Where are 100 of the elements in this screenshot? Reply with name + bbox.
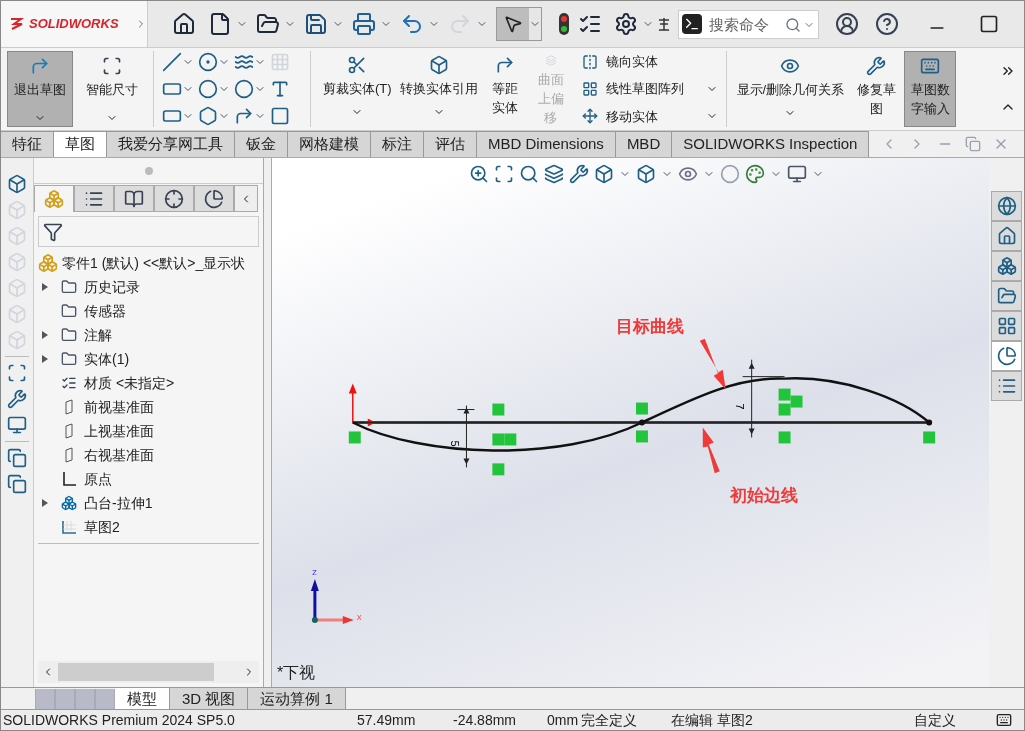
ribbon-button[interactable]: 草图数字输入: [904, 51, 957, 127]
ribbon-tab[interactable]: 我爱分享网工具: [107, 131, 235, 157]
sketch-tool-icon[interactable]: [198, 105, 218, 126]
graphics-area[interactable]: 5 7 z x 目标曲线 初始边线 *下视: [272, 158, 989, 687]
tree-item[interactable]: 材质 <未指定>: [84, 372, 175, 394]
model-tab[interactable]: 模型: [115, 688, 170, 709]
book-icon: [124, 188, 144, 209]
sketch-tool-icon[interactable]: [234, 105, 254, 126]
ribbon-list-item[interactable]: 移动实体: [581, 106, 718, 126]
keyboard-icon[interactable]: [996, 712, 1012, 728]
ribbon-button[interactable]: 剪裁实体(T): [319, 51, 396, 127]
cube-icon[interactable]: [636, 164, 656, 184]
model-tab[interactable]: 3D 视图: [170, 688, 249, 709]
sketch-tool-icon[interactable]: [198, 52, 218, 73]
ribbon-tab[interactable]: 评估: [424, 131, 477, 157]
sketch-drawing[interactable]: [348, 377, 936, 476]
ribbon-tab[interactable]: 特征: [1, 131, 54, 157]
tree-item[interactable]: 前视基准面: [84, 396, 154, 418]
task-pane-tab[interactable]: [991, 341, 1022, 371]
copy-icon[interactable]: [7, 448, 27, 468]
help-icon[interactable]: [874, 12, 899, 36]
tree-item[interactable]: 历史记录: [84, 276, 140, 298]
ribbon-button[interactable]: 智能尺寸: [79, 51, 145, 127]
wrench-icon[interactable]: [569, 164, 589, 184]
sketch-tool-icon[interactable]: [234, 79, 254, 99]
tree-item[interactable]: 注解: [84, 324, 112, 346]
ribbon-tab[interactable]: SOLIDWORKS Inspection: [672, 131, 870, 157]
layers-icon[interactable]: [544, 164, 564, 184]
copy-icon[interactable]: [7, 474, 27, 494]
ribbon-tab[interactable]: 草图: [54, 131, 107, 157]
panel-tab[interactable]: [194, 185, 234, 212]
model-tab[interactable]: 运动算例 1: [248, 688, 346, 709]
ribbon-list-item[interactable]: 镜向实体: [581, 52, 718, 72]
traffic-light-icon[interactable]: [557, 12, 570, 36]
eye-icon[interactable]: [678, 164, 698, 184]
panel-tab[interactable]: [74, 185, 114, 212]
expand-arrow-icon[interactable]: [42, 283, 48, 291]
ribbon-tab[interactable]: MBD: [615, 131, 673, 157]
ribbon-list-item[interactable]: 线性草图阵列: [581, 79, 718, 99]
sketch-tool-icon[interactable]: [162, 52, 182, 73]
ribbon-tab[interactable]: 标注: [371, 131, 424, 157]
zoom-icon[interactable]: [469, 164, 489, 184]
tree-item[interactable]: 右视基准面: [84, 444, 154, 466]
task-pane-tab[interactable]: [991, 311, 1022, 341]
tree-item[interactable]: 上视基准面: [84, 420, 154, 442]
tree-item[interactable]: 草图2: [84, 516, 120, 538]
expand-arrow-icon[interactable]: [42, 499, 48, 507]
search-icon[interactable]: [519, 164, 539, 184]
tree-item[interactable]: 传感器: [84, 300, 126, 322]
expand-arrow-icon[interactable]: [42, 355, 48, 363]
tree-item[interactable]: 凸台-拉伸1: [84, 492, 153, 514]
view-cube-icon[interactable]: [7, 174, 27, 194]
display-icon[interactable]: [7, 415, 27, 435]
cube-icon[interactable]: [594, 164, 614, 184]
folder-icon: [61, 351, 77, 367]
horizontal-scrollbar[interactable]: [38, 661, 259, 683]
search-icon[interactable]: [784, 16, 801, 33]
sketch-tool-icon[interactable]: [270, 105, 290, 126]
palette-icon[interactable]: [745, 164, 765, 184]
panel-tab[interactable]: [154, 185, 194, 212]
expand-arrow-icon[interactable]: [42, 331, 48, 339]
units-selector[interactable]: 自定义: [914, 709, 956, 730]
zoom-area-icon[interactable]: [494, 164, 514, 184]
home-icon[interactable]: [171, 12, 196, 36]
save-icon[interactable]: [303, 12, 328, 36]
repair-icon[interactable]: [7, 389, 27, 409]
tree-root[interactable]: 零件1 (默认) <<默认>_显示状: [62, 252, 246, 274]
ribbon-button[interactable]: 修复草图: [852, 51, 901, 127]
task-pane-tab[interactable]: [991, 251, 1022, 281]
boxes-icon: [996, 256, 1017, 276]
tree-item[interactable]: 实体(1): [84, 348, 130, 370]
account-icon[interactable]: [834, 12, 859, 36]
panel-tab[interactable]: [114, 185, 154, 212]
ribbon-button[interactable]: 显示/删除几何关系: [732, 51, 849, 127]
ribbon-tab[interactable]: MBD Dimensions: [477, 131, 616, 157]
filter-icon[interactable]: [43, 221, 63, 242]
ribbon-button[interactable]: 转换实体引用: [395, 51, 482, 127]
dimension-value[interactable]: 5: [449, 440, 462, 447]
task-pane-tab[interactable]: [991, 371, 1022, 401]
ribbon-button[interactable]: 退出草图: [7, 51, 73, 127]
ribbon-tab[interactable]: 钣金: [235, 131, 288, 157]
ribbon-tab[interactable]: 网格建模: [288, 131, 371, 157]
ribbon-button[interactable]: 等距实体: [481, 51, 528, 127]
settings-icon[interactable]: [613, 12, 638, 36]
dimension-value[interactable]: 7: [733, 403, 746, 410]
monitor-icon[interactable]: [787, 164, 807, 184]
print-icon[interactable]: [351, 12, 376, 36]
open-folder-icon[interactable]: [255, 12, 280, 36]
task-pane-tab[interactable]: [991, 281, 1022, 311]
sketch-tool-icon[interactable]: [270, 79, 290, 99]
tree-item[interactable]: 原点: [84, 468, 112, 490]
task-pane-tab[interactable]: [991, 191, 1022, 221]
annotation-label: 初始边线: [730, 485, 798, 507]
task-pane-tab[interactable]: [991, 221, 1022, 251]
sketch-tool-icon[interactable]: [198, 79, 218, 99]
view-label: *下视: [277, 663, 316, 683]
axis-label: x: [356, 610, 362, 622]
drag-handle-icon[interactable]: [144, 166, 153, 175]
cube-icon: [428, 55, 449, 75]
maximize-icon[interactable]: [978, 14, 999, 34]
